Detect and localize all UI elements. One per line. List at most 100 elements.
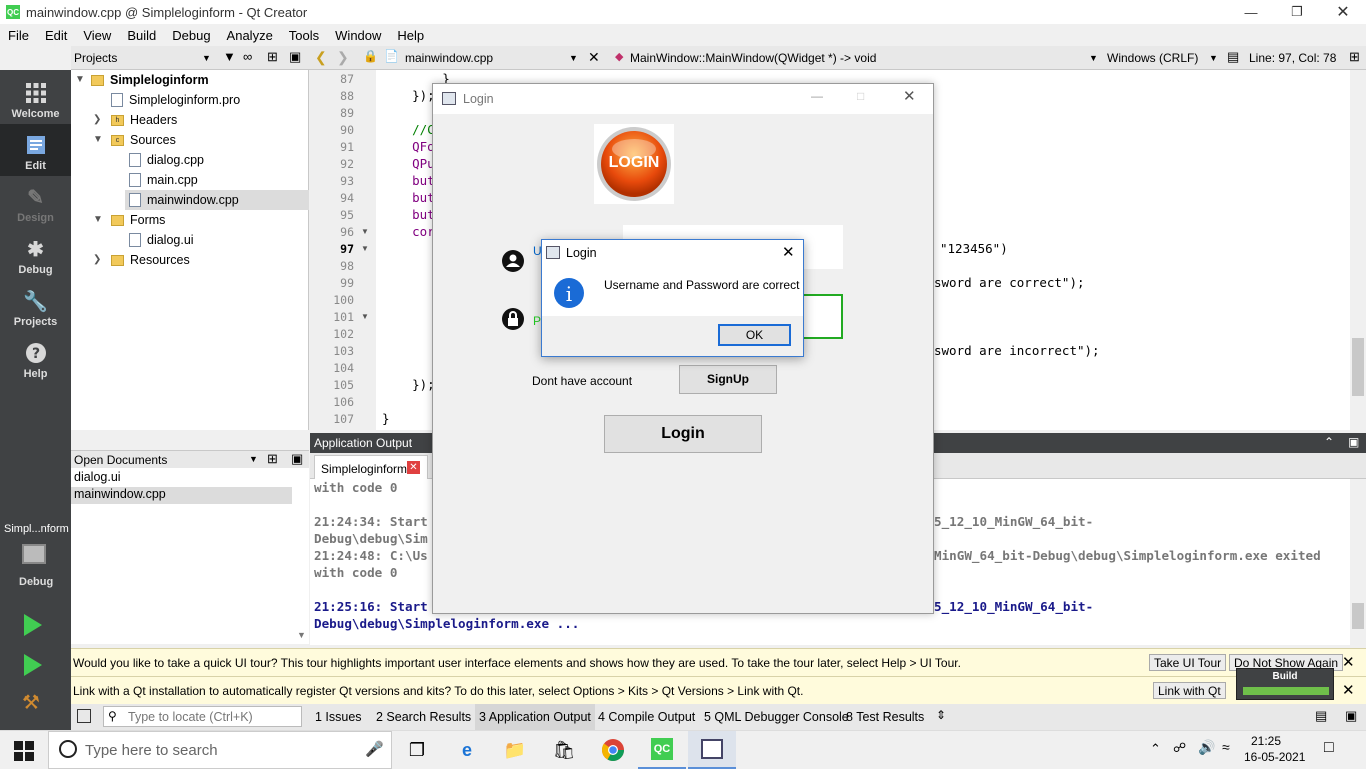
pane-issues[interactable]: 1 Issues (315, 710, 362, 724)
volume-icon[interactable]: 🔊 (1198, 739, 1215, 756)
edge-icon[interactable]: e (454, 737, 480, 763)
close-button[interactable]: ✕ (1320, 0, 1366, 24)
pane-application-output[interactable]: 3 Application Output (475, 704, 595, 730)
tree-project[interactable]: Simpleloginform (91, 70, 209, 90)
fold-marker-icon[interactable]: ▼ (361, 227, 369, 236)
fold-marker-icon[interactable]: ▼ (361, 244, 369, 253)
link-icon[interactable]: ∞ (243, 49, 252, 64)
scrollbar-thumb[interactable] (1352, 338, 1364, 396)
scroll-down-icon[interactable]: ▼ (297, 630, 306, 640)
tree-file-dialog-ui[interactable]: dialog.ui (129, 230, 194, 250)
mode-help[interactable]: ? Help (0, 332, 71, 384)
windows-start-icon[interactable] (14, 741, 34, 761)
chevron-down-icon[interactable]: ▼ (1089, 53, 1098, 63)
output-scrollbar[interactable] (1350, 479, 1366, 645)
chevron-down-icon[interactable]: ▼ (93, 134, 103, 145)
locator-input[interactable]: ⚲ Type to locate (Ctrl+K) (103, 706, 302, 727)
pane-compile-output[interactable]: 4 Compile Output (598, 710, 695, 724)
pane-search-results[interactable]: 2 Search Results (376, 710, 471, 724)
close-icon[interactable]: ✕ (1342, 653, 1355, 671)
tree-pro-file[interactable]: Simpleloginform.pro (111, 90, 240, 110)
mode-edit[interactable]: Edit (0, 124, 71, 176)
close-pane-icon[interactable]: ▣ (289, 49, 301, 65)
menu-build[interactable]: Build (119, 28, 164, 43)
wifi-icon[interactable]: ≈ (1222, 739, 1230, 755)
chevron-down-icon[interactable]: ▼ (93, 214, 103, 225)
chevron-down-icon[interactable]: ▼ (249, 454, 258, 464)
function-selector[interactable]: MainWindow::MainWindow(QWidget *) -> voi… (630, 51, 876, 65)
taskbar-search-box[interactable]: Type here to search 🎤 (48, 731, 392, 769)
progress-details-icon[interactable]: ▤ (1315, 708, 1327, 724)
menu-view[interactable]: View (75, 28, 119, 43)
restore-button[interactable]: ❐ (1274, 0, 1320, 24)
chevron-down-icon[interactable]: ▼ (569, 53, 578, 63)
chevron-down-icon[interactable]: ▼ (1209, 53, 1218, 63)
projects-selector[interactable]: Projects (74, 51, 117, 65)
tree-sources[interactable]: c Sources (111, 130, 176, 150)
menu-help[interactable]: Help (389, 28, 432, 43)
line-ending-selector[interactable]: Windows (CRLF) (1107, 51, 1198, 65)
chevron-up-icon[interactable]: ⌃ (1150, 741, 1161, 757)
fold-marker-icon[interactable]: ▼ (361, 312, 369, 321)
menu-tools[interactable]: Tools (281, 28, 327, 43)
minimize-button[interactable]: — (1228, 0, 1274, 24)
minimize-button[interactable]: — (811, 89, 823, 103)
mode-welcome[interactable]: Welcome (0, 72, 71, 124)
close-icon[interactable]: ✕ (1342, 681, 1355, 699)
login-button[interactable]: Login (604, 415, 762, 453)
task-view-icon[interactable]: ❐ (404, 737, 430, 763)
output-tab[interactable]: Simpleloginform ✕ (314, 455, 428, 479)
mode-debug[interactable]: ✱ Debug (0, 228, 71, 280)
mode-projects[interactable]: 🔧 Projects (0, 280, 71, 332)
toggle-sidebar-icon[interactable] (77, 709, 91, 723)
monitor-icon[interactable] (22, 544, 46, 564)
store-icon[interactable]: 🛍 (551, 737, 577, 763)
link-with-qt-button[interactable]: Link with Qt (1153, 682, 1226, 699)
signup-button[interactable]: SignUp (679, 365, 777, 394)
run-icon[interactable] (24, 614, 42, 636)
tree-forms[interactable]: Forms (111, 210, 165, 230)
menu-file[interactable]: File (0, 28, 37, 43)
menu-window[interactable]: Window (327, 28, 389, 43)
close-document-icon[interactable]: ✕ (588, 49, 600, 66)
scrollbar-thumb[interactable] (1352, 603, 1364, 629)
split-editor-icon[interactable]: ⊞ (1349, 49, 1360, 65)
maximize-pane-icon[interactable]: ⌃ (1324, 435, 1334, 449)
filter-icon[interactable]: ▼ (223, 49, 236, 64)
pane-qml-debugger-console[interactable]: 5 QML Debugger Console (704, 710, 849, 724)
file-explorer-icon[interactable]: 📁 (502, 737, 528, 763)
tree-file-main-cpp[interactable]: main.cpp (129, 170, 198, 190)
close-pane-icon[interactable]: ▣ (291, 451, 303, 467)
menu-debug[interactable]: Debug (164, 28, 218, 43)
open-document-item[interactable]: dialog.ui (74, 470, 121, 484)
chevron-down-icon[interactable]: ▼ (75, 74, 85, 85)
more-panes-icon[interactable]: ⇕ (936, 708, 946, 722)
toggle-right-sidebar-icon[interactable]: ▣ (1345, 708, 1357, 724)
qt-creator-taskbar-button[interactable]: QC (638, 731, 686, 769)
run-debug-icon[interactable] (24, 654, 42, 676)
clock-date[interactable]: 16-05-2021 (1244, 750, 1305, 764)
open-document-item[interactable]: mainwindow.cpp (71, 487, 292, 504)
split-icon[interactable]: ⊞ (267, 451, 278, 467)
microphone-icon[interactable]: 🎤 (365, 740, 384, 758)
tree-resources[interactable]: Resources (111, 250, 190, 270)
forward-icon[interactable]: ❯ (337, 49, 349, 66)
mode-design[interactable]: ✎ Design (0, 176, 71, 228)
take-ui-tour-button[interactable]: Take UI Tour (1149, 654, 1227, 671)
maximize-button[interactable]: □ (857, 89, 864, 103)
menu-analyze[interactable]: Analyze (219, 28, 281, 43)
split-icon[interactable]: ⊞ (267, 49, 278, 65)
current-file[interactable]: mainwindow.cpp (405, 51, 493, 65)
pane-test-results[interactable]: 8 Test Results (846, 710, 924, 724)
close-tab-icon[interactable]: ✕ (407, 461, 420, 474)
tree-file-dialog-cpp[interactable]: dialog.cpp (129, 150, 204, 170)
chevron-right-icon[interactable]: ❯ (93, 114, 101, 125)
back-icon[interactable]: ❮ (315, 49, 327, 66)
chevron-right-icon[interactable]: ❯ (93, 254, 101, 265)
login-app-taskbar-button[interactable] (688, 731, 736, 769)
close-pane-icon[interactable]: ▣ (1348, 435, 1359, 449)
menu-edit[interactable]: Edit (37, 28, 75, 43)
build-hammer-icon[interactable]: ⚒ (22, 690, 40, 715)
close-button[interactable]: ✕ (782, 243, 795, 261)
notifications-icon[interactable]: □ (1324, 739, 1334, 757)
